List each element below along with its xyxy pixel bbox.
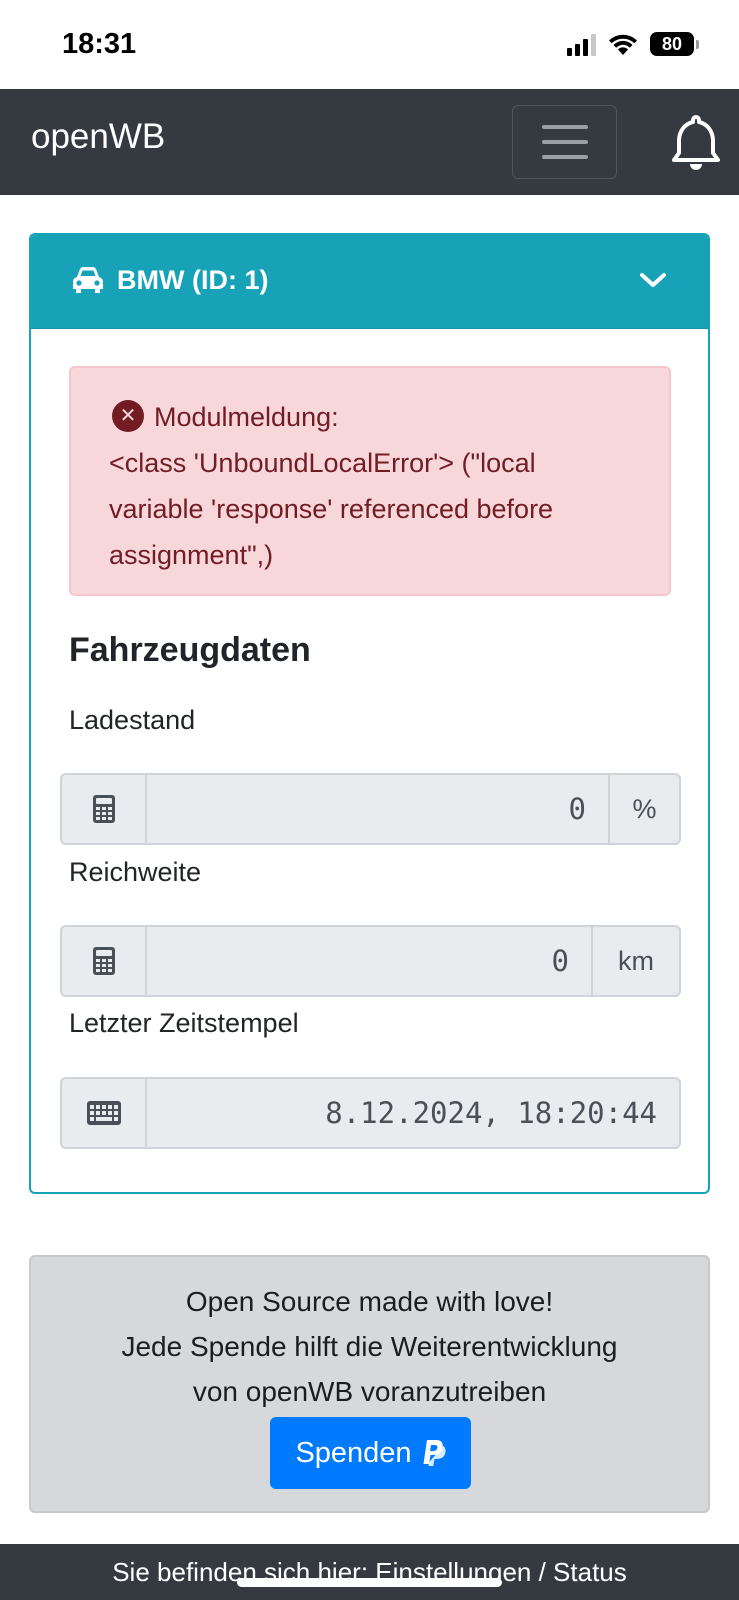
cellular-signal-icon bbox=[567, 32, 596, 56]
section-title: Fahrzeugdaten bbox=[69, 631, 311, 669]
timestamp-prepend bbox=[62, 1079, 147, 1147]
timestamp-input-group: 8.12.2024, 18:20:44 bbox=[60, 1077, 681, 1149]
range-input-group: 0 km bbox=[60, 925, 681, 997]
home-indicator[interactable] bbox=[237, 1578, 502, 1587]
donation-line-3: von openWB voranzutreiben bbox=[192, 1376, 547, 1407]
vehicle-title: BMW (ID: 1) bbox=[117, 265, 269, 295]
calculator-icon bbox=[92, 795, 115, 823]
vehicle-card-header[interactable]: BMW (ID: 1) bbox=[31, 235, 708, 329]
error-alert: ✕ Modulmeldung: <class 'UnboundLocalError… bbox=[69, 366, 671, 596]
soc-label: Ladestand bbox=[69, 705, 196, 735]
soc-unit: % bbox=[608, 775, 679, 843]
range-value: 0 bbox=[551, 944, 569, 978]
navbar: openWB bbox=[0, 89, 739, 195]
range-label: Reichweite bbox=[69, 857, 202, 887]
wifi-icon bbox=[609, 34, 637, 55]
range-unit: km bbox=[591, 927, 679, 995]
vehicle-card: BMW (ID: 1) ✕ Modulmeldung: <class 'Unbou… bbox=[29, 233, 710, 1194]
calculator-icon bbox=[92, 947, 115, 975]
paypal-icon bbox=[423, 1440, 446, 1466]
timestamp-label: Letzter Zeitstempel bbox=[69, 1008, 299, 1038]
soc-prepend bbox=[62, 775, 147, 843]
chevron-down-icon[interactable] bbox=[638, 269, 668, 291]
timestamp-value: 8.12.2024, 18:20:44 bbox=[325, 1096, 657, 1130]
donate-button[interactable]: Spenden bbox=[270, 1417, 471, 1489]
range-prepend bbox=[62, 927, 147, 995]
battery-icon: 80 bbox=[650, 32, 699, 56]
status-icons: 80 bbox=[567, 32, 699, 56]
alert-message: <class 'UnboundLocalError'> ("local vari… bbox=[109, 448, 554, 570]
donation-line-1: Open Source made with love! bbox=[185, 1286, 554, 1317]
soc-value: 0 bbox=[568, 792, 586, 826]
donation-line-2: Jede Spende hilft die Weiterentwicklung bbox=[121, 1331, 618, 1362]
brand-logo[interactable]: openWB bbox=[31, 117, 165, 157]
car-icon bbox=[73, 267, 103, 293]
hamburger-icon bbox=[541, 125, 588, 129]
donate-button-label: Spenden bbox=[295, 1436, 412, 1469]
status-time: 18:31 bbox=[62, 28, 137, 60]
soc-input-group: 0 % bbox=[60, 773, 681, 845]
menu-toggle-button[interactable] bbox=[512, 105, 617, 179]
error-circle-icon: ✕ bbox=[112, 399, 144, 432]
status-bar: 18:31 80 bbox=[0, 0, 739, 89]
alert-title: Modulmeldung: bbox=[154, 402, 339, 432]
footer-breadcrumb: Sie befinden sich hier: Einstellungen / … bbox=[0, 1544, 739, 1600]
donation-box: Open Source made with love! Jede Spende … bbox=[29, 1255, 710, 1513]
battery-level: 80 bbox=[650, 32, 694, 56]
keyboard-icon bbox=[86, 1101, 121, 1125]
bell-icon[interactable] bbox=[670, 113, 722, 173]
